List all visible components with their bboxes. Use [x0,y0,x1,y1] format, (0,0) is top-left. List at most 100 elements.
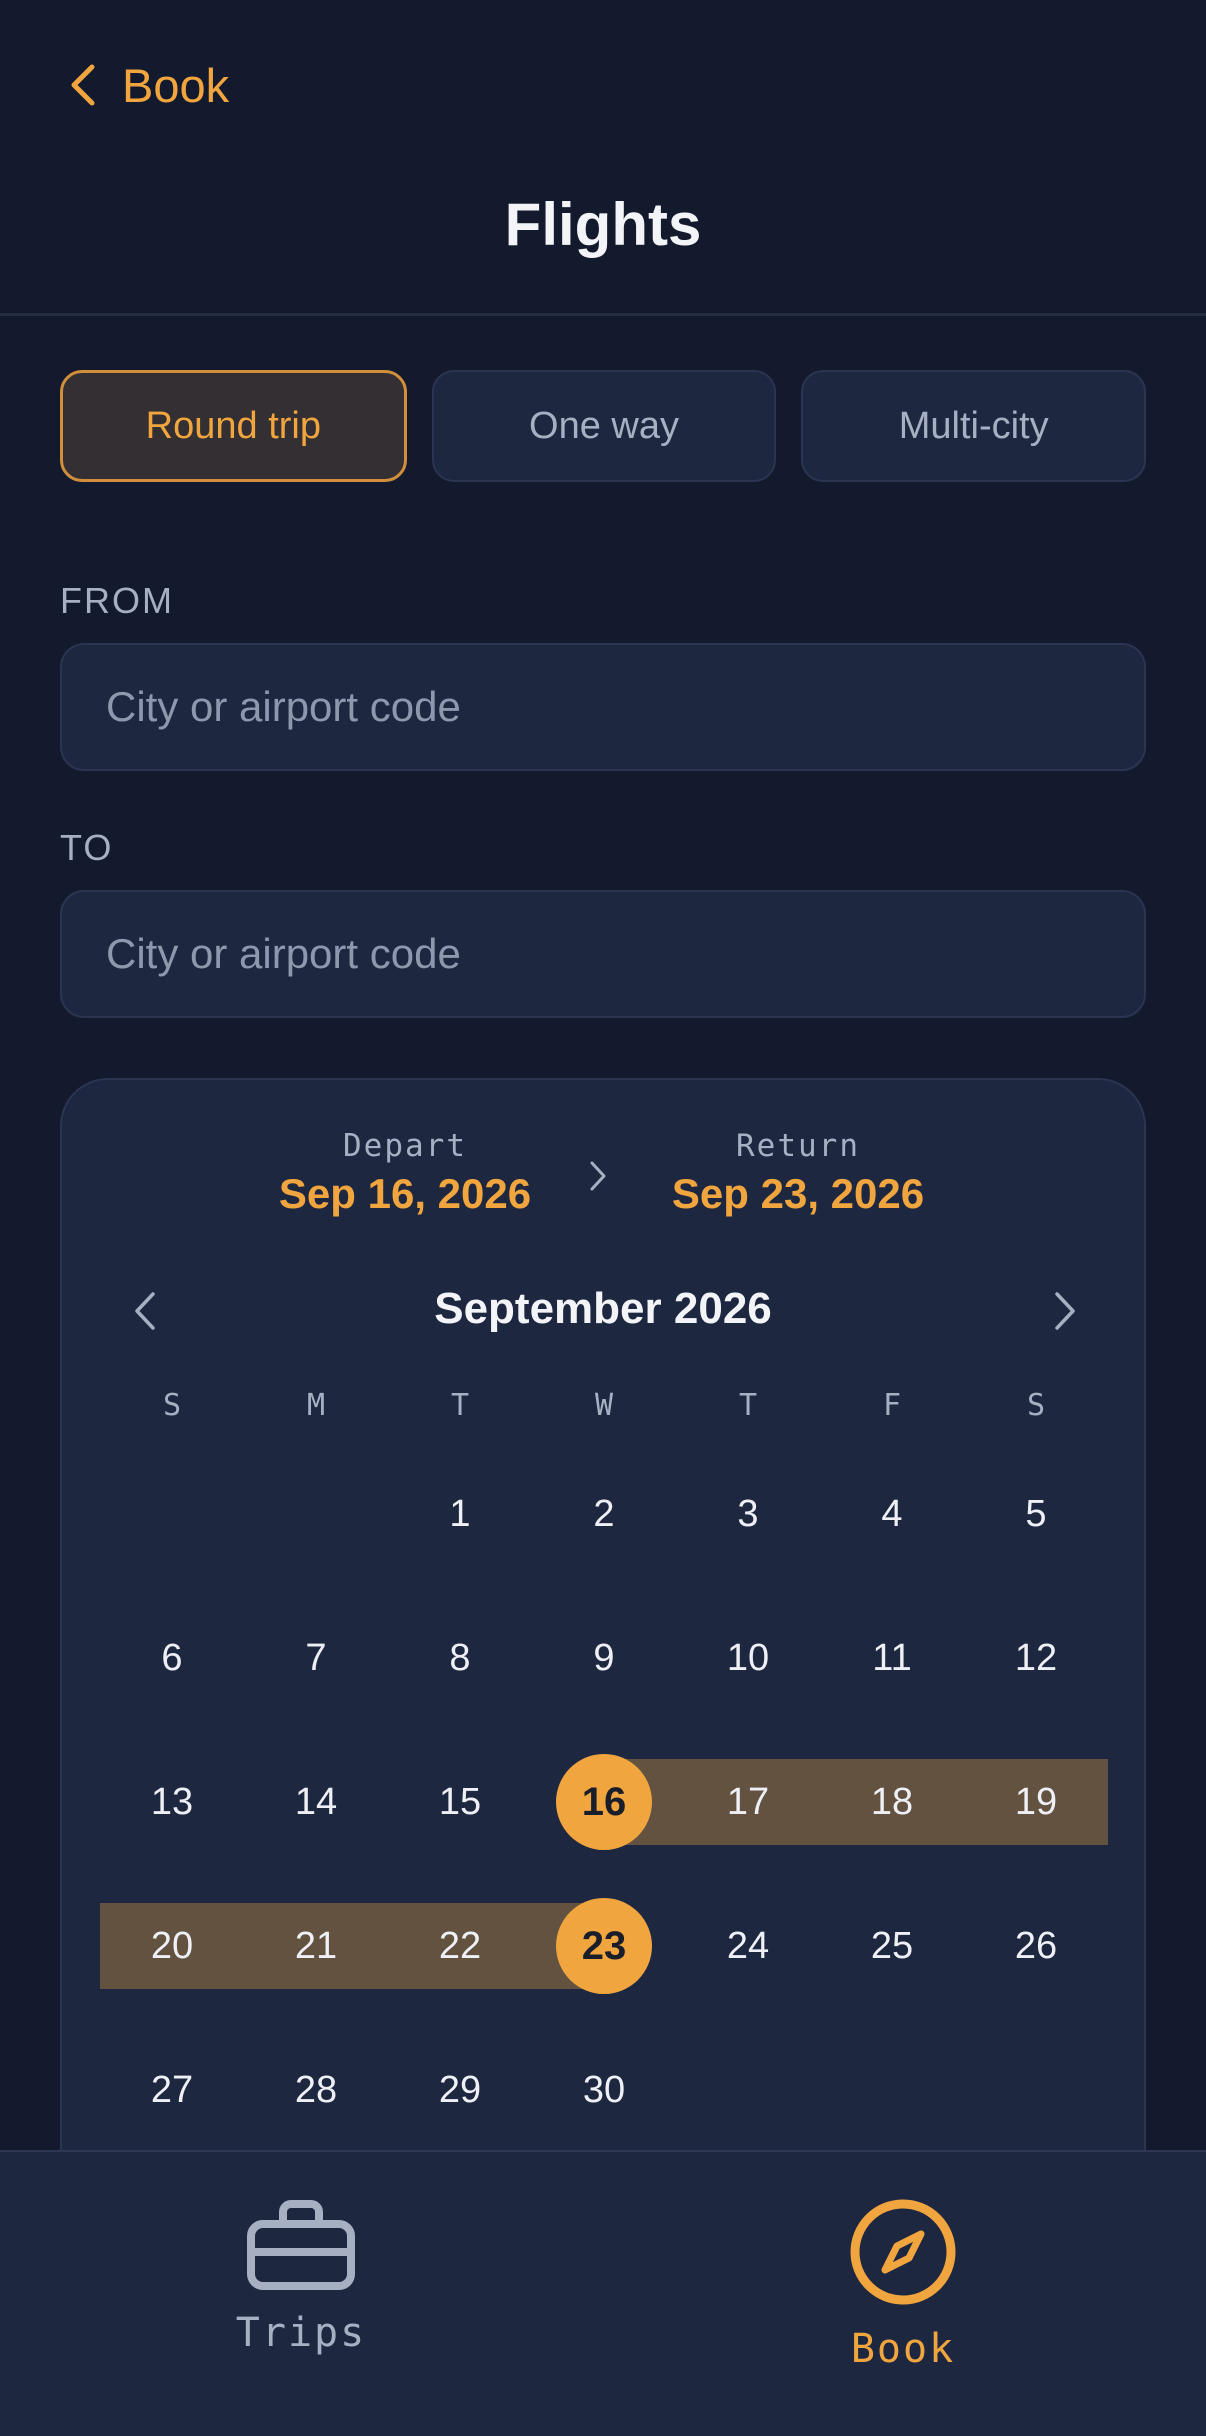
day-number: 2 [593,1492,615,1535]
day-return-selected[interactable]: 23 [532,1874,676,2018]
header-divider [0,313,1206,316]
trip-type-round-trip[interactable]: Round trip [60,370,407,482]
weekday-label: T [738,1388,758,1423]
calendar-day[interactable]: 27 [100,2018,244,2162]
tab-trips-label: Trips [235,2310,367,2356]
calendar-day[interactable]: 8 [388,1586,532,1730]
day-number: 16 [581,1779,627,1824]
calendar-day[interactable]: 1 [388,1442,532,1586]
calendar-day[interactable]: 20 [100,1874,244,2018]
day-number: 6 [161,1636,183,1679]
day-number: 26 [1014,1924,1058,1967]
calendar-day[interactable]: 21 [244,1874,388,2018]
calendar-day[interactable]: 25 [820,1874,964,2018]
day-depart-selected[interactable]: 16 [532,1730,676,1874]
tab-book-label: Book [850,2326,956,2372]
from-label: FROM [60,580,174,621]
chevron-right-icon [590,1161,606,1191]
to-label: TO [60,827,114,868]
day-number: 25 [870,1924,914,1967]
weekday-label: W [594,1388,614,1423]
return-summary[interactable]: Return Sep 23, 2026 [648,1128,948,1218]
day-number: 8 [449,1636,471,1679]
calendar-day[interactable]: 11 [820,1586,964,1730]
weekday-label: S [1026,1388,1046,1423]
weekday-header: SMTWTFS [100,1388,1108,1438]
calendar-day[interactable]: 30 [532,2018,676,2162]
calendar-day[interactable]: 17 [676,1730,820,1874]
trip-type-one-way[interactable]: One way [431,370,777,482]
briefcase-icon [247,2200,355,2290]
day-number: 17 [726,1780,770,1823]
day-number: 22 [438,1924,482,1967]
day-number: 19 [1014,1780,1058,1823]
day-number: 12 [1014,1636,1058,1679]
day-number: 3 [737,1492,759,1535]
calendar-day[interactable]: 6 [100,1586,244,1730]
depart-summary[interactable]: Depart Sep 16, 2026 [255,1128,555,1218]
day-number: 14 [294,1780,338,1823]
trip-type-multi-city[interactable]: Multi-city [801,370,1147,482]
month-title: September 2026 [434,1284,772,1333]
from-input[interactable]: City or airport code [60,643,1146,771]
day-number: 5 [1025,1492,1047,1535]
return-date: Sep 23, 2026 [671,1170,925,1217]
calendar-day[interactable]: 3 [676,1442,820,1586]
chevron-right-icon [1055,1292,1075,1330]
day-number: 20 [150,1924,194,1967]
page-title: Flights [504,191,702,258]
calendar-day[interactable]: 19 [964,1730,1108,1874]
calendar-day[interactable]: 12 [964,1586,1108,1730]
calendar-day[interactable]: 9 [532,1586,676,1730]
day-number: 18 [870,1780,914,1823]
calendar-day[interactable]: 15 [388,1730,532,1874]
day-number: 4 [881,1492,903,1535]
day-number: 13 [150,1780,194,1823]
tab-trips[interactable]: Trips [151,2198,451,2356]
day-number: 30 [582,2068,626,2111]
calendar-day[interactable]: 14 [244,1730,388,1874]
depart-date: Sep 16, 2026 [278,1170,532,1217]
day-number: 15 [438,1780,482,1823]
chevron-left-icon [71,64,95,106]
calendar-day[interactable]: 28 [244,2018,388,2162]
day-number: 27 [150,2068,194,2111]
month-navigation: September 2026 [62,1276,1144,1346]
day-number: 23 [581,1923,627,1968]
day-number: 10 [726,1636,770,1679]
compass-icon [850,2199,956,2305]
calendar-day[interactable]: 4 [820,1442,964,1586]
weekday-label: T [450,1388,470,1423]
calendar-day[interactable]: 26 [964,1874,1108,2018]
day-number: 29 [438,2068,482,2111]
calendar-day[interactable]: 13 [100,1730,244,1874]
weekday-label: M [306,1388,326,1423]
calendar-day[interactable]: 18 [820,1730,964,1874]
calendar-day[interactable]: 5 [964,1442,1108,1586]
tab-book[interactable]: Book [753,2198,1053,2372]
calendar-day[interactable]: 10 [676,1586,820,1730]
day-number: 9 [593,1636,615,1679]
date-summary: Depart Sep 16, 2026 Return Sep 23, 2026 [62,1128,1144,1228]
calendar-day[interactable]: 2 [532,1442,676,1586]
calendar-day[interactable]: 24 [676,1874,820,2018]
next-month-button[interactable] [1042,1288,1088,1334]
day-number: 7 [305,1636,327,1679]
calendar-day[interactable]: 22 [388,1874,532,2018]
return-label: Return [736,1128,860,1164]
day-number: 21 [294,1924,338,1967]
day-number: 28 [294,2068,338,2111]
flights-screen: Book Flights Round trip One way Multi-ci… [0,0,1206,2436]
day-number: 11 [872,1636,912,1679]
calendar-day[interactable]: 29 [388,2018,532,2162]
calendar-day[interactable]: 7 [244,1586,388,1730]
tab-bar: Trips Book [0,2150,1206,2436]
to-input[interactable]: City or airport code [60,890,1146,1018]
weekday-label: F [882,1388,902,1423]
day-grid: 1 2 3 4 5 6 7 8 9 10 11 12 13 14 15 16 17 18 19 20 21 22 23 24 2… [100,1442,1108,2162]
depart-label: Depart [343,1128,467,1164]
day-number: 24 [726,1924,770,1967]
back-button[interactable]: Book [66,52,229,118]
weekday-label: S [162,1388,182,1423]
back-label: Book [122,58,230,112]
